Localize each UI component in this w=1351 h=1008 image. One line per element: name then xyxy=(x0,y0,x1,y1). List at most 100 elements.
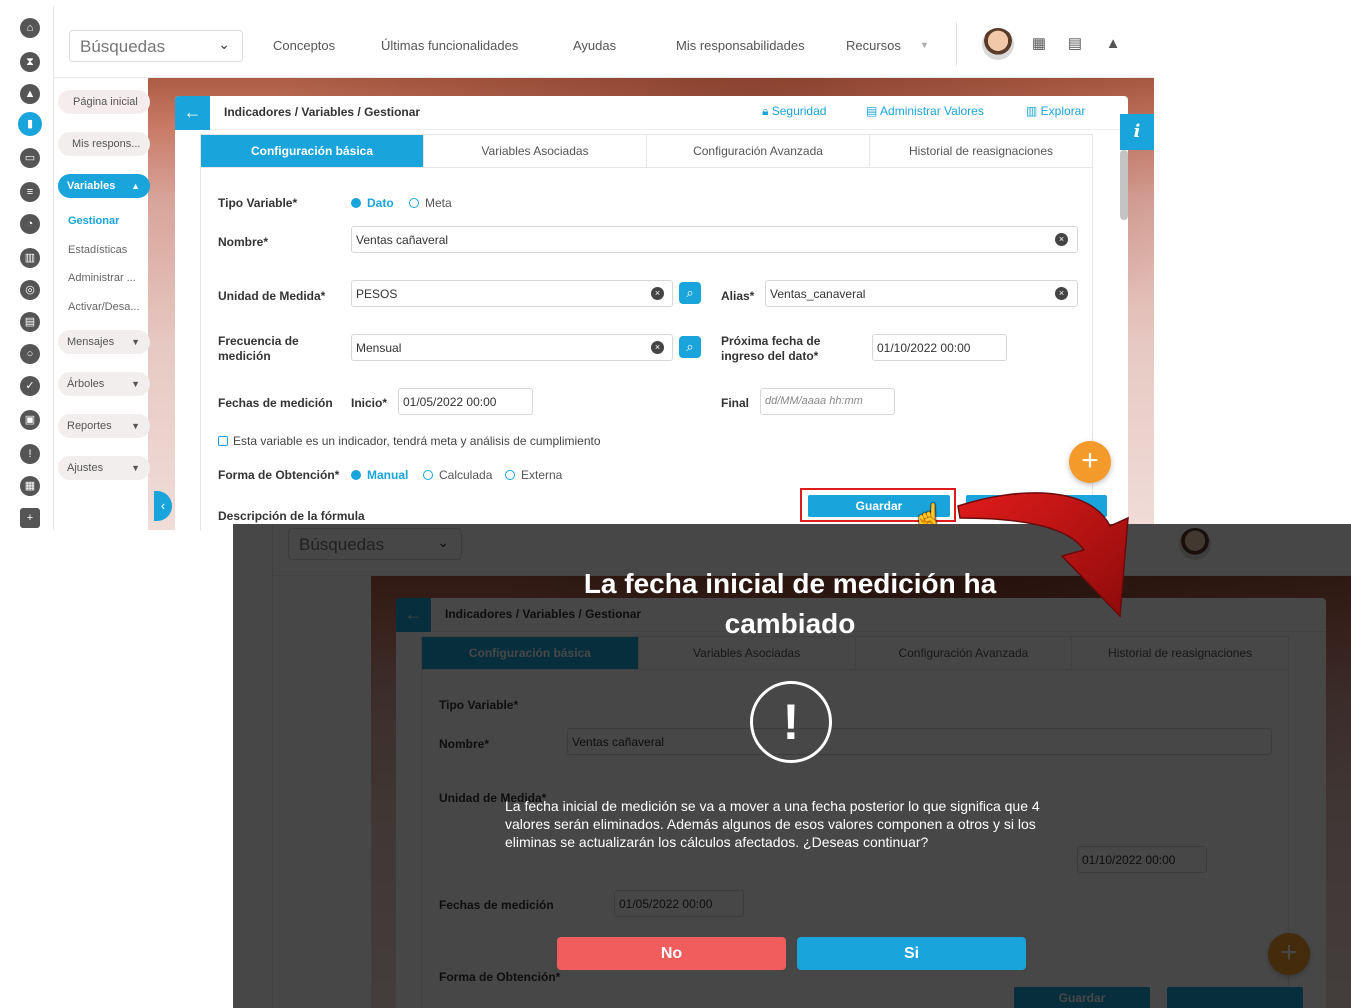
sidebar-sub-gestionar[interactable]: Gestionar xyxy=(68,215,119,227)
chevron-down-icon: ▼ xyxy=(131,421,140,431)
radio-meta[interactable] xyxy=(409,198,419,208)
nav-conceptos[interactable]: Conceptos xyxy=(273,38,335,53)
back-button[interactable]: ← xyxy=(175,96,210,130)
user-icon[interactable]: ▲ xyxy=(20,84,40,104)
final-label: Final xyxy=(721,396,750,410)
radio-calculada-label: Calculada xyxy=(439,468,493,482)
book-icon[interactable]: ▥ xyxy=(20,248,40,268)
divider xyxy=(956,22,957,66)
indicador-checkbox[interactable] xyxy=(218,436,228,446)
tab-configuracion-basica[interactable]: Configuración básica xyxy=(201,135,424,167)
calendar-icon[interactable]: ▦ xyxy=(20,476,40,496)
scrollbar[interactable] xyxy=(1120,150,1128,220)
chevron-up-icon: ▲ xyxy=(131,181,140,191)
chevron-down-icon: ▼ xyxy=(131,463,140,473)
radio-calculada[interactable] xyxy=(423,470,433,480)
sidebar-item-variables[interactable]: Variables ▲ xyxy=(58,174,150,198)
unidad-label: Unidad de Medida* xyxy=(218,289,326,303)
radio-dato[interactable] xyxy=(351,198,361,208)
bell-icon[interactable]: ▲ xyxy=(1105,36,1121,52)
warning-icon[interactable]: ! xyxy=(20,444,40,464)
document-icon[interactable]: ▤ xyxy=(20,312,40,332)
sidebar-sub-activar[interactable]: Activar/Desa... xyxy=(68,301,140,313)
dialog-message: La fecha inicial de medición se va a mov… xyxy=(505,798,1040,850)
no-button[interactable]: No xyxy=(557,937,786,970)
exclamation-icon: ! xyxy=(750,681,832,763)
sidebar-item-label: Ajustes xyxy=(67,462,104,474)
fechas-medicion-label: Fechas de medición xyxy=(218,396,333,410)
target-icon[interactable]: ◎ xyxy=(20,280,40,300)
search-icon[interactable]: ⌕ xyxy=(679,282,701,304)
tab-configuracion-avanzada[interactable]: Configuración Avanzada xyxy=(647,135,870,167)
sidebar-item-arboles[interactable]: Árboles ▼ xyxy=(58,372,150,396)
sidebar-item-mensajes[interactable]: Mensajes ▼ xyxy=(58,330,150,354)
screenshot-form: Búsquedas ⌄ Conceptos Últimas funcionali… xyxy=(6,6,1154,530)
recursos-caret-icon[interactable]: ▼ xyxy=(920,40,929,50)
nombre-label: Nombre* xyxy=(218,235,269,249)
tipo-variable-label: Tipo Variable* xyxy=(218,196,298,210)
administrar-valores-link[interactable]: ▤ Administrar Valores xyxy=(866,104,984,118)
yes-button[interactable]: Si xyxy=(797,937,1026,970)
chevron-down-icon: ▼ xyxy=(131,379,140,389)
sidebar-sub-estadisticas[interactable]: Estadísticas xyxy=(68,244,127,256)
top-bar: Búsquedas ⌄ Conceptos Últimas funcionali… xyxy=(6,6,1154,78)
chevron-down-icon: ⌄ xyxy=(218,36,230,52)
home-icon[interactable]: ⌂ xyxy=(20,18,40,38)
radio-meta-label: Meta xyxy=(425,196,452,210)
nav-recursos[interactable]: Recursos xyxy=(846,38,901,53)
avatar[interactable] xyxy=(982,28,1014,60)
list-icon[interactable]: ≡ xyxy=(20,182,40,202)
plus-square-icon[interactable]: + xyxy=(20,508,40,528)
sidebar-sub-administrar[interactable]: Administrar ... xyxy=(68,272,136,284)
explorar-label: Explorar xyxy=(1040,104,1086,118)
book-icon[interactable]: ▤ xyxy=(1067,36,1083,52)
sidebar-item-ajustes[interactable]: Ajustes ▼ xyxy=(58,456,150,480)
final-input[interactable]: dd/MM/aaaa hh:mm xyxy=(760,388,895,415)
panel-header: ← Indicadores / Variables / Gestionar 🔒︎… xyxy=(175,96,1128,130)
unidad-input[interactable]: PESOS xyxy=(351,280,673,307)
sidebar-item-label: Variables xyxy=(67,180,116,192)
radio-manual-label: Manual xyxy=(367,468,409,482)
explorar-link[interactable]: ▥ Explorar xyxy=(1026,104,1085,118)
alias-input[interactable]: Ventas_canaveral xyxy=(765,280,1078,307)
clear-icon[interactable]: × xyxy=(651,341,664,354)
inicio-input[interactable]: 01/05/2022 00:00 xyxy=(398,388,533,415)
frecuencia-input[interactable]: Mensual xyxy=(351,334,673,361)
radio-dato-label: Dato xyxy=(367,196,394,210)
tab-historial[interactable]: Historial de reasignaciones xyxy=(870,135,1092,167)
chart-icon[interactable]: ▮ xyxy=(18,112,42,136)
cycle-icon[interactable]: ○ xyxy=(20,344,40,364)
administrar-valores-label: Administrar Valores xyxy=(880,104,984,118)
clear-icon[interactable]: × xyxy=(1055,287,1068,300)
nav-ultimas[interactable]: Últimas funcionalidades xyxy=(381,38,518,53)
check-icon[interactable]: ✓ xyxy=(20,376,40,396)
briefcase-icon[interactable]: ▣ xyxy=(20,410,40,430)
sidebar-item-label: Árboles xyxy=(67,378,105,390)
info-icon[interactable]: i xyxy=(1120,114,1154,150)
radio-externa[interactable] xyxy=(505,470,515,480)
search-dropdown[interactable]: Búsquedas ⌄ xyxy=(69,30,243,62)
breadcrumb: Indicadores / Variables / Gestionar xyxy=(224,105,421,119)
radio-manual[interactable] xyxy=(351,470,361,480)
tab-bar: Configuración básica Variables Asociadas… xyxy=(200,134,1093,168)
sidebar-item-responsabilidades[interactable]: Mis respons... xyxy=(58,132,150,156)
tab-variables-asociadas[interactable]: Variables Asociadas xyxy=(424,135,647,167)
clear-icon[interactable]: × xyxy=(651,287,664,300)
search-icon[interactable]: ⌕ xyxy=(679,336,701,358)
alias-label: Alias* xyxy=(721,289,755,303)
clear-icon[interactable]: × xyxy=(1055,233,1068,246)
sidebar-item-reportes[interactable]: Reportes ▼ xyxy=(58,414,150,438)
calendar-icon[interactable]: ▦ xyxy=(1031,36,1047,52)
nav-responsabilidades[interactable]: Mis responsabilidades xyxy=(676,38,805,53)
nombre-input[interactable]: Ventas cañaveral xyxy=(351,226,1078,253)
security-link[interactable]: 🔒︎ Seguridad xyxy=(762,104,826,119)
nav-ayudas[interactable]: Ayudas xyxy=(573,38,616,53)
sidebar-item-inicio[interactable]: Página inicial xyxy=(58,90,150,114)
proxima-fecha-input[interactable]: 01/10/2022 00:00 xyxy=(872,334,1007,361)
sidebar-item-label: Mensajes xyxy=(67,336,115,348)
pie-icon[interactable]: ◔ xyxy=(20,214,40,234)
chevron-down-icon: ▼ xyxy=(131,337,140,347)
search-label: Búsquedas xyxy=(80,37,166,56)
monitor-icon[interactable]: ▭ xyxy=(20,148,40,168)
hourglass-icon[interactable]: ⧗ xyxy=(20,52,40,72)
